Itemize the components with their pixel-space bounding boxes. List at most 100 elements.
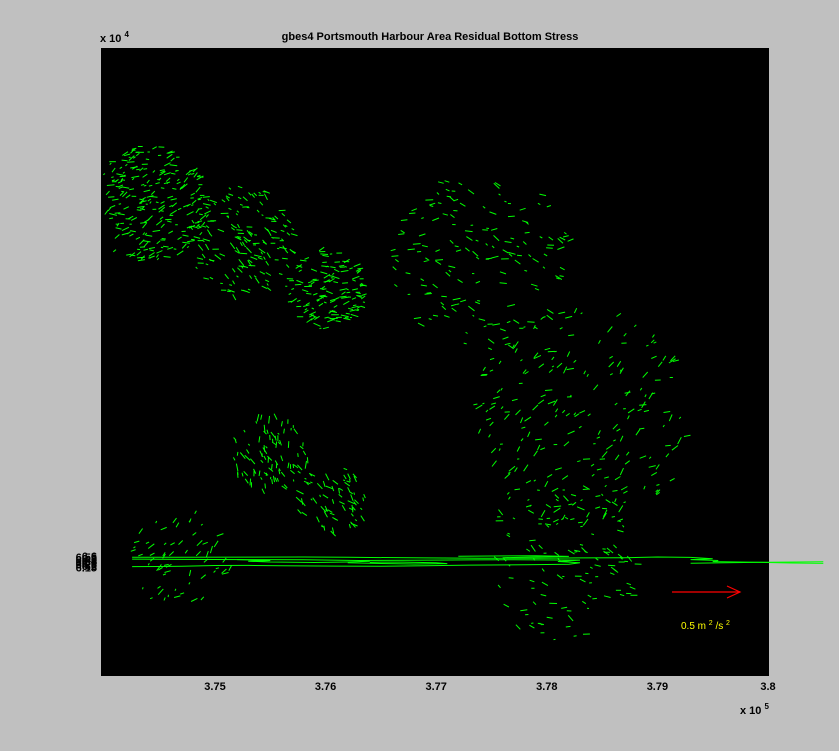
stress-vector	[435, 259, 444, 261]
stress-vector	[282, 257, 288, 260]
stress-vector	[263, 424, 266, 432]
stress-vector	[321, 524, 323, 528]
stress-vector	[297, 453, 299, 457]
stress-vector	[508, 577, 514, 579]
stress-vector	[529, 539, 536, 542]
stress-vector	[287, 300, 293, 303]
scale-label-sup2: 2	[726, 620, 730, 627]
stress-vector	[553, 505, 562, 508]
x-tick-label: 3.76	[315, 681, 336, 693]
stress-vector	[306, 457, 309, 464]
stress-vector	[608, 564, 616, 567]
stress-vector	[106, 184, 115, 186]
stress-vector	[306, 292, 312, 295]
stress-vector	[294, 283, 302, 286]
stress-vector	[142, 587, 144, 590]
stress-vector	[175, 170, 179, 172]
stress-vector	[665, 444, 671, 447]
stress-vector	[161, 238, 166, 240]
stress-vector	[391, 255, 399, 257]
stress-vector	[292, 463, 295, 469]
stress-vector	[109, 217, 114, 220]
stress-vector	[236, 451, 239, 456]
stress-vector	[345, 312, 350, 315]
stress-vector	[412, 243, 421, 245]
stress-vector	[612, 490, 618, 492]
x-tick-label: 3.78	[536, 681, 557, 693]
stress-vector	[197, 220, 203, 223]
stress-vector	[524, 231, 530, 234]
scale-label-sup1: 2	[709, 620, 713, 627]
stress-vector	[271, 464, 273, 470]
stress-vector	[131, 254, 136, 257]
stress-vector	[565, 625, 571, 628]
x-tick-label: 3.8	[760, 681, 775, 693]
stress-vector	[611, 516, 615, 518]
stress-vector	[329, 317, 338, 320]
stress-vector	[592, 597, 597, 600]
stress-vector	[121, 159, 128, 162]
stress-vector	[155, 201, 159, 204]
stress-vector	[160, 187, 165, 189]
stress-vector	[352, 304, 357, 307]
stress-vector	[456, 303, 460, 305]
stress-vector	[202, 196, 210, 198]
stress-vector	[114, 212, 121, 214]
chart-title: gbes4 Portsmouth Harbour Area Residual B…	[282, 31, 579, 43]
stress-vector	[145, 158, 150, 161]
stress-vector	[524, 269, 528, 272]
stress-vector	[143, 168, 148, 170]
x-exponent-base: x 10	[740, 705, 761, 717]
stress-vector	[578, 521, 583, 524]
stress-vector	[236, 229, 243, 231]
stress-vector	[111, 176, 114, 178]
stress-vector	[544, 389, 553, 391]
stress-vector	[523, 326, 526, 328]
stress-vector	[249, 478, 252, 486]
stress-vector	[319, 327, 322, 330]
stress-vector	[199, 213, 203, 216]
stress-vector	[264, 483, 266, 489]
stress-vector	[407, 248, 415, 251]
stress-vector	[485, 257, 492, 260]
stress-vector	[248, 264, 256, 267]
stress-vector	[346, 291, 351, 294]
stress-vector	[283, 428, 285, 434]
stress-vector	[194, 221, 200, 224]
stress-vector	[163, 256, 171, 258]
stress-vector	[573, 635, 577, 637]
x-tick-label: 3.75	[204, 681, 225, 693]
stress-vector	[319, 294, 326, 297]
stress-vector	[538, 518, 543, 520]
stress-vector	[426, 292, 432, 294]
stress-vector	[108, 196, 115, 198]
scale-label-mid: /s	[715, 621, 723, 632]
stress-vector	[118, 203, 122, 205]
stress-vector	[546, 247, 553, 249]
stress-vector	[574, 551, 578, 553]
stress-vector	[437, 202, 442, 204]
x-exponent-power: 5	[764, 702, 769, 711]
stress-vector	[507, 215, 515, 218]
stress-vector	[121, 190, 125, 193]
stress-vector	[320, 253, 329, 255]
stress-vector	[639, 404, 647, 406]
scale-label-unit: 0.5 m	[681, 621, 706, 632]
stress-vector	[568, 334, 575, 337]
stress-vector	[119, 175, 126, 178]
stress-vector	[191, 238, 195, 241]
stress-vector	[344, 317, 349, 319]
stress-vector	[344, 266, 347, 268]
vector-field-figure: gbes4 Portsmouth Harbour Area Residual B…	[0, 0, 839, 751]
stress-vector	[357, 267, 364, 270]
y-exponent-power: 4	[124, 30, 129, 39]
stress-vector	[265, 472, 268, 476]
stress-vector	[353, 492, 355, 495]
stress-vector	[579, 544, 584, 546]
stress-vector	[568, 503, 573, 506]
x-tick-label: 3.79	[647, 681, 668, 693]
plot-area	[101, 48, 769, 676]
stress-vector	[580, 525, 583, 528]
stress-vector	[136, 209, 142, 211]
stress-vector	[527, 321, 535, 323]
